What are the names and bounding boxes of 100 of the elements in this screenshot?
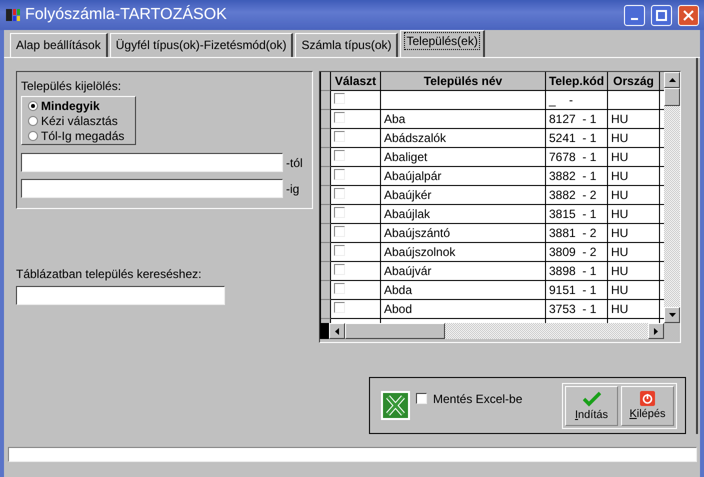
group-label: Település kijelölés: — [21, 79, 122, 93]
column-header[interactable]: Település név — [381, 72, 546, 91]
row-checkbox[interactable] — [334, 207, 345, 218]
radio-button[interactable] — [28, 116, 38, 126]
minimize-button[interactable] — [624, 4, 645, 26]
field-label: -ig — [286, 182, 300, 196]
down-arrow-icon — [668, 313, 676, 317]
scroll-thumb[interactable] — [345, 323, 445, 339]
vertical-scrollbar[interactable] — [664, 72, 680, 323]
window-title: Folyószámla-TARTOZÁSOK — [25, 6, 228, 24]
tab[interactable]: Számla típus(ok) — [295, 33, 398, 57]
field-label: -tól — [286, 156, 303, 170]
app-icon — [5, 7, 21, 23]
column-header[interactable]: Ország — [608, 72, 660, 91]
table-cell: HU — [608, 243, 660, 262]
search-label: Táblázatban település kereséshez: — [16, 267, 202, 281]
row-indicator[interactable] — [321, 205, 331, 224]
start-button[interactable]: Indítás — [565, 386, 618, 426]
row-checkbox[interactable] — [334, 226, 345, 237]
close-icon — [683, 10, 694, 20]
exit-button[interactable]: Kilépés — [621, 386, 674, 426]
table-cell: Abaújalpár — [381, 167, 546, 186]
row-checkbox[interactable] — [334, 169, 345, 180]
table-cell: _ - — [546, 91, 608, 110]
scroll-right-button[interactable] — [648, 323, 664, 339]
table-cell: Aba — [381, 110, 546, 129]
table-cell: HU — [608, 281, 660, 300]
table-cell: HU — [608, 224, 660, 243]
row-indicator[interactable] — [321, 186, 331, 205]
from-field[interactable] — [21, 153, 283, 172]
excel-icon — [383, 393, 408, 418]
left-arrow-icon — [335, 328, 339, 334]
table-cell: HU — [608, 300, 660, 319]
table-cell: HU — [608, 129, 660, 148]
radio-label: Kézi választás — [41, 114, 118, 128]
row-checkbox[interactable] — [334, 131, 345, 142]
row-indicator[interactable] — [321, 110, 331, 129]
radio-button[interactable] — [28, 100, 38, 110]
row-checkbox[interactable] — [334, 264, 345, 275]
row-indicator[interactable] — [321, 243, 331, 262]
table-cell — [608, 91, 660, 110]
row-checkbox[interactable] — [334, 112, 345, 123]
row-indicator[interactable] — [321, 129, 331, 148]
row-indicator[interactable] — [321, 281, 331, 300]
row-checkbox[interactable] — [334, 245, 345, 256]
scroll-thumb[interactable] — [664, 88, 680, 106]
table-cell: Abaújlak — [381, 205, 546, 224]
row-checkbox[interactable] — [334, 93, 345, 104]
table-cell: 9151 - 1 — [546, 281, 608, 300]
minimize-icon — [631, 18, 638, 20]
row-indicator[interactable] — [321, 148, 331, 167]
to-field[interactable] — [21, 179, 283, 198]
maximize-icon — [656, 10, 667, 20]
table-cell: Abaújvár — [381, 262, 546, 281]
table-cell: 3882 - 1 — [546, 167, 608, 186]
row-indicator[interactable] — [321, 224, 331, 243]
tab[interactable]: Település(ek) — [400, 30, 485, 57]
search-field[interactable] — [16, 286, 225, 305]
table-cell: Abda — [381, 281, 546, 300]
table-cell: Abaliget — [381, 148, 546, 167]
scroll-left-button[interactable] — [329, 323, 345, 339]
checkbox-label: Mentés Excel-be — [433, 392, 524, 406]
tab[interactable]: Ügyfél típus(ok)-Fizetésmód(ok) — [110, 33, 294, 57]
table-cell: HU — [608, 186, 660, 205]
row-indicator[interactable] — [321, 262, 331, 281]
tab[interactable]: Alap beállítások — [10, 33, 108, 57]
maximize-button[interactable] — [651, 4, 672, 26]
row-indicator[interactable] — [321, 91, 331, 110]
table-cell: HU — [608, 205, 660, 224]
column-header[interactable]: Választ — [331, 72, 381, 91]
table-cell: HU — [608, 110, 660, 129]
table-cell: 8127 - 1 — [546, 110, 608, 129]
table-cell: 3753 - 1 — [546, 300, 608, 319]
table-cell: 3898 - 1 — [546, 262, 608, 281]
row-checkbox[interactable] — [334, 302, 345, 313]
table-cell: Abaújszolnok — [381, 243, 546, 262]
table-cell: Abod — [381, 300, 546, 319]
table-cell: 7678 - 1 — [546, 148, 608, 167]
export-checkbox[interactable] — [416, 393, 427, 404]
scroll-up-button[interactable] — [664, 72, 680, 88]
table-cell: 5241 - 1 — [546, 129, 608, 148]
column-header[interactable]: Telep.kód — [546, 72, 608, 91]
up-arrow-icon — [668, 78, 676, 82]
row-checkbox[interactable] — [334, 283, 345, 294]
table-cell: Abaújszántó — [381, 224, 546, 243]
radio-label: Tól-Ig megadás — [41, 128, 124, 142]
row-indicator[interactable] — [321, 300, 331, 319]
table-cell: 3815 - 1 — [546, 205, 608, 224]
radio-button[interactable] — [28, 130, 38, 140]
close-button[interactable] — [678, 4, 699, 26]
horizontal-scrollbar[interactable] — [320, 323, 664, 339]
row-checkbox[interactable] — [334, 188, 345, 199]
table-cell: HU — [608, 167, 660, 186]
row-checkbox[interactable] — [334, 150, 345, 161]
scroll-down-button[interactable] — [664, 307, 680, 323]
row-indicator[interactable] — [321, 167, 331, 186]
table-cell: Abaújkér — [381, 186, 546, 205]
power-icon — [640, 391, 655, 406]
checkmark-icon — [582, 390, 600, 406]
right-arrow-icon — [654, 328, 658, 334]
